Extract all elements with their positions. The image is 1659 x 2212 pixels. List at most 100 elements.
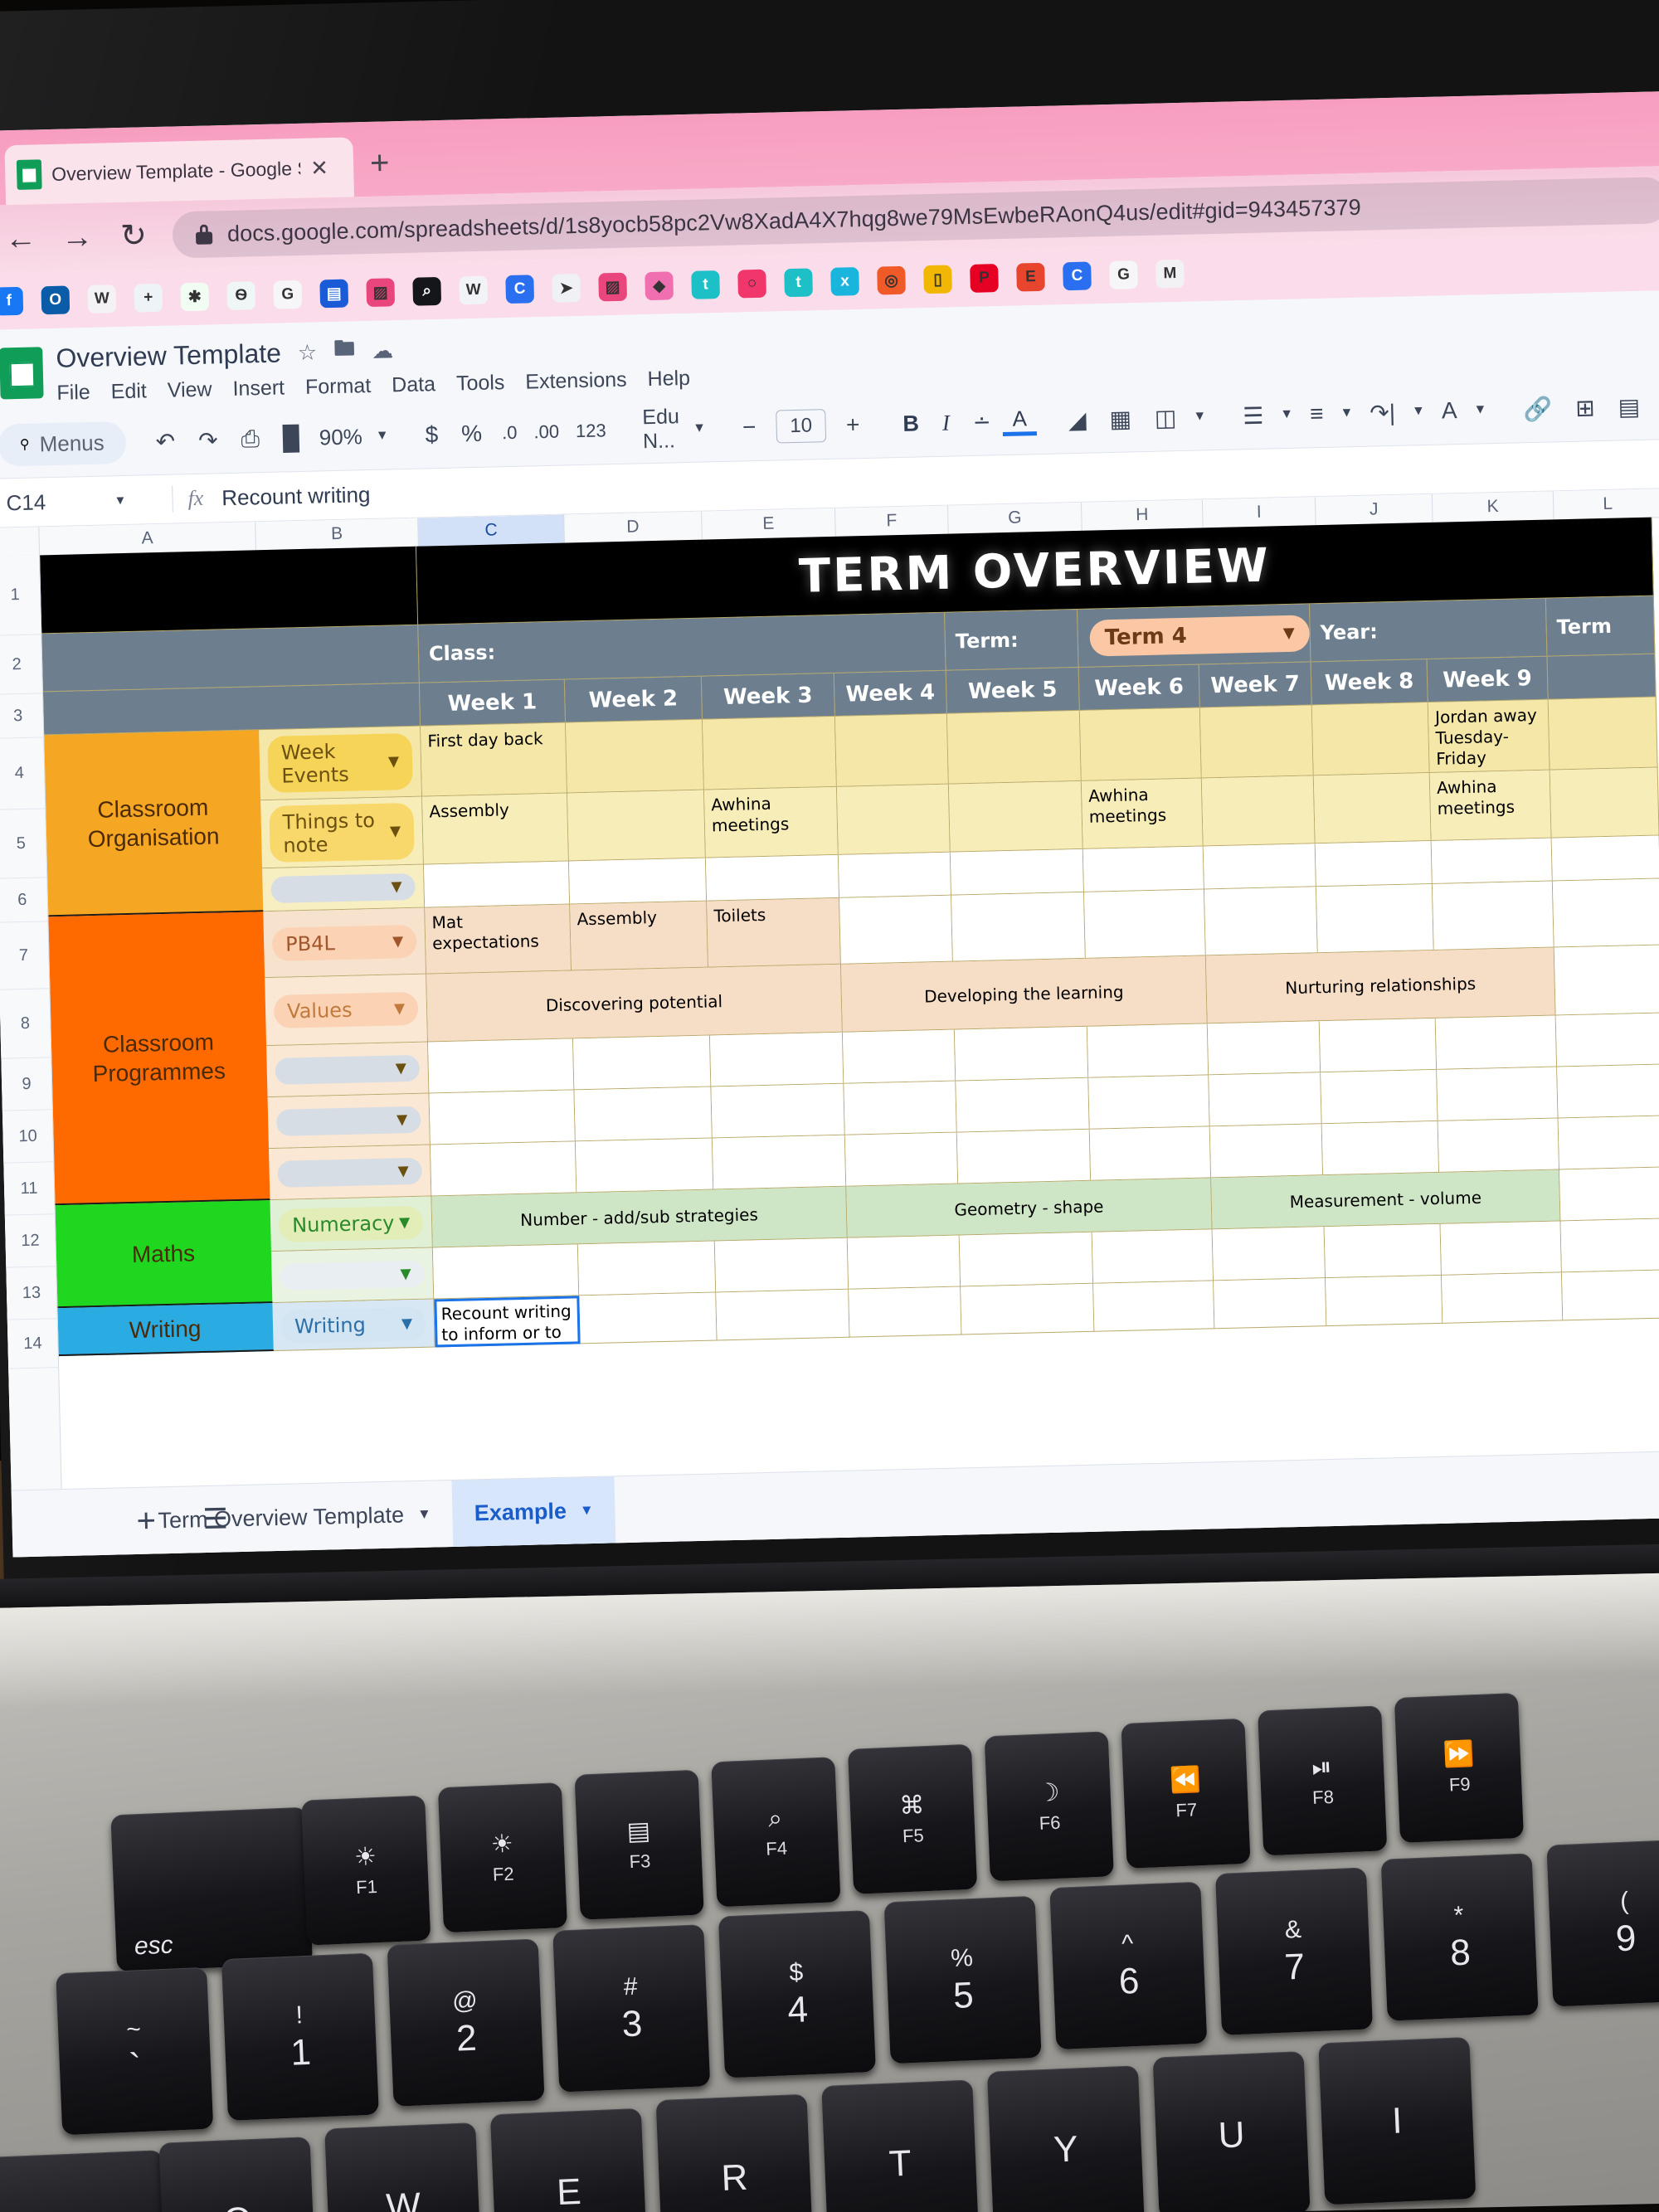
merged-cell[interactable]: Measurement - volume <box>1211 1169 1561 1230</box>
chevron-down-icon[interactable]: ▼ <box>399 1214 411 1231</box>
row-header-6[interactable]: 6 <box>0 878 48 923</box>
key-7[interactable]: & 7 <box>1214 1867 1374 2035</box>
grid-cell[interactable] <box>838 852 952 898</box>
term-value-cell[interactable]: Term 4 ▼ <box>1077 604 1311 668</box>
bookmark-gradient-app-2-icon[interactable]: ▨ <box>598 272 628 302</box>
subcategory-cell[interactable]: ▼ <box>267 1093 431 1150</box>
grid-cell[interactable] <box>946 710 1082 785</box>
grid-cell[interactable] <box>1088 1075 1210 1130</box>
subcategory-dropdown[interactable]: Values ▼ <box>273 991 419 1028</box>
grid-cell[interactable] <box>430 1141 577 1197</box>
chevron-down-icon[interactable]: ▼ <box>390 823 401 839</box>
add-sheet-button[interactable]: + <box>136 1502 156 1540</box>
chevron-down-icon[interactable]: ▼ <box>1468 402 1491 418</box>
grid-cell[interactable] <box>961 1283 1095 1335</box>
menu-data[interactable]: Data <box>392 372 435 397</box>
menu-insert[interactable]: Insert <box>232 376 285 401</box>
chevron-down-icon[interactable]: ▼ <box>1275 407 1298 423</box>
grid-cell[interactable] <box>1214 1278 1327 1330</box>
bookmark-google-2-icon[interactable]: G <box>1109 260 1138 289</box>
column-header-K[interactable]: K <box>1432 491 1554 523</box>
grid-cell[interactable] <box>950 848 1084 896</box>
menu-file[interactable]: File <box>56 381 90 406</box>
grid-cell[interactable] <box>705 854 840 902</box>
merged-cell[interactable]: Nurturing relationships <box>1205 947 1556 1024</box>
grid-cell[interactable] <box>847 1235 961 1290</box>
key-f7[interactable]: ⏪ F7 <box>1121 1718 1251 1869</box>
column-header-B[interactable]: B <box>255 518 419 551</box>
row-header-1[interactable]: 1 <box>0 555 41 636</box>
grid-cell[interactable] <box>954 1026 1089 1082</box>
grid-cell-overflow[interactable] <box>1548 697 1658 771</box>
filter-icon[interactable]: ▿ <box>1652 391 1659 420</box>
sheet-tab-term-overview-template[interactable]: Term Overview Template ▼ <box>136 1480 454 1554</box>
insert-comment-icon[interactable]: ⊞ <box>1564 393 1607 421</box>
key-t[interactable]: T <box>821 2079 980 2212</box>
key-f3[interactable]: ▤ F3 <box>574 1769 704 1920</box>
bookmark-c-app-icon[interactable]: C <box>505 275 535 304</box>
year-field-cell[interactable]: Year: <box>1309 598 1548 663</box>
column-header-E[interactable]: E <box>702 508 836 540</box>
grid-cell-overflow[interactable] <box>1560 1218 1659 1273</box>
key-i[interactable]: I <box>1318 2036 1477 2205</box>
grid-cell-overflow[interactable] <box>1559 1167 1659 1222</box>
bookmark-c-app-2-icon[interactable]: C <box>1063 261 1092 291</box>
italic-button[interactable]: I <box>930 410 961 436</box>
column-header-J[interactable]: J <box>1315 493 1433 526</box>
insert-link-icon[interactable]: 🔗 <box>1511 395 1564 423</box>
subcategory-cell[interactable]: Values ▼ <box>265 974 429 1047</box>
name-box[interactable]: C14 <box>6 488 114 516</box>
grid-cell[interactable] <box>951 892 1086 962</box>
grid-cell[interactable] <box>1311 702 1430 776</box>
row-header-2[interactable]: 2 <box>0 634 43 695</box>
grid-cell[interactable] <box>572 1035 712 1091</box>
increase-font-size-button[interactable]: + <box>834 411 872 439</box>
week-header-3[interactable]: Week 3 <box>701 673 835 720</box>
grid-cell[interactable] <box>1209 1072 1322 1127</box>
subcategory-dropdown[interactable]: ▼ <box>277 1157 423 1188</box>
sheet-tab-example[interactable]: Example ▼ <box>451 1476 616 1548</box>
row-header-13[interactable]: 13 <box>6 1266 57 1320</box>
vertical-align-icon[interactable]: ≡ <box>1298 401 1335 428</box>
week-header-overflow[interactable] <box>1547 654 1657 700</box>
key-f8[interactable]: ⏯ F8 <box>1258 1705 1388 1856</box>
subcategory-cell[interactable]: PB4L ▼ <box>263 907 427 979</box>
subcategory-dropdown[interactable]: Week Events ▼ <box>267 732 413 794</box>
week-header-7[interactable]: Week 7 <box>1199 662 1312 708</box>
grid-cell[interactable]: Awhina meetings <box>703 786 839 858</box>
subcategory-dropdown[interactable]: Writing ▼ <box>280 1306 426 1344</box>
row-header-7[interactable]: 7 <box>0 921 50 990</box>
grid-cell[interactable]: Mat expectations <box>425 904 572 975</box>
subcategory-dropdown[interactable]: ▼ <box>270 873 416 903</box>
insert-chart-icon[interactable]: ▤ <box>1606 392 1652 421</box>
paint-format-icon[interactable]: █ <box>271 425 312 452</box>
subcategory-cell[interactable]: ▼ <box>269 1145 432 1201</box>
grid-cell[interactable] <box>839 895 953 965</box>
grid-cell[interactable] <box>1437 1067 1559 1121</box>
grid-cell-overflow[interactable] <box>1561 1270 1659 1321</box>
menu-edit[interactable]: Edit <box>110 379 147 404</box>
chevron-down-icon[interactable]: ▼ <box>1188 409 1211 425</box>
bookmark-facebook-icon[interactable]: f <box>0 286 24 316</box>
grid-cell[interactable] <box>1201 775 1316 847</box>
grid-cell[interactable] <box>959 1232 1094 1287</box>
grid-cell[interactable] <box>1079 707 1202 781</box>
grid-cell[interactable] <box>1431 838 1553 884</box>
move-to-folder-icon[interactable]: 🖿 <box>333 333 356 370</box>
grid-cell[interactable] <box>1093 1281 1215 1332</box>
bookmark-t-app-2-icon[interactable]: t <box>784 268 813 298</box>
merged-cell[interactable]: Discovering potential <box>426 964 843 1043</box>
key-4[interactable]: $4 <box>718 1909 876 2078</box>
text-color-button[interactable]: A <box>1002 406 1038 437</box>
grid-cell[interactable] <box>423 861 571 908</box>
grid-cell[interactable] <box>714 1237 849 1293</box>
grid-cell[interactable] <box>712 1135 847 1190</box>
chevron-down-icon[interactable]: ▼ <box>417 1506 431 1523</box>
grid-cell[interactable] <box>429 1090 576 1145</box>
grid-cell[interactable] <box>1440 1221 1562 1276</box>
grid-cell[interactable] <box>579 1292 718 1344</box>
chevron-down-icon[interactable]: ▼ <box>400 1266 411 1282</box>
bookmark-plus-app-icon[interactable]: + <box>134 283 163 313</box>
subcategory-cell[interactable]: ▼ <box>270 1247 435 1304</box>
subcategory-dropdown[interactable]: ▼ <box>280 1260 425 1291</box>
